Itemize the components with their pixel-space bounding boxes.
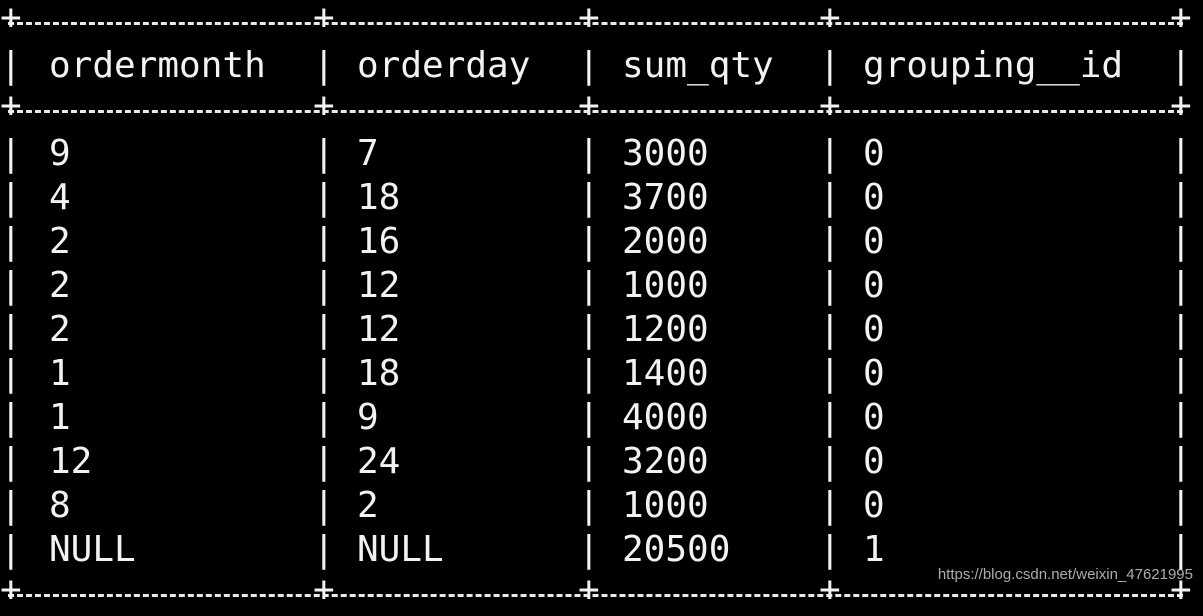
table-border-middle: + + + + +: [0, 85, 1192, 126]
cell-orderday: 18: [357, 177, 401, 218]
cell-sum-qty: 1200: [622, 309, 709, 350]
cell-orderday: 16: [357, 221, 401, 262]
cell-grouping-id: 1: [863, 529, 885, 570]
cell-sum-qty: 3000: [622, 133, 709, 174]
cell-ordermonth: 8: [49, 485, 71, 526]
table-row: | 8 | 2 | 1000 | 0 |: [0, 485, 1192, 526]
cell-grouping-id: 0: [863, 309, 885, 350]
table-row: | 12 | 24 | 3200 | 0 |: [0, 441, 1192, 482]
cell-sum-qty: 3200: [622, 441, 709, 482]
terminal-output: + + + + + | ordermonth | orderday | sum_…: [0, 0, 1203, 610]
table-row: | 2 | 12 | 1000 | 0 |: [0, 265, 1192, 306]
cell-orderday: 12: [357, 265, 401, 306]
cell-sum-qty: 1000: [622, 265, 709, 306]
cell-grouping-id: 0: [863, 133, 885, 174]
header-sum-qty: sum_qty: [622, 45, 774, 86]
cell-grouping-id: 0: [863, 265, 885, 306]
cell-orderday: NULL: [357, 529, 444, 570]
cell-ordermonth: 4: [49, 177, 71, 218]
header-ordermonth: ordermonth: [49, 45, 266, 86]
cell-ordermonth: 1: [49, 353, 71, 394]
cell-sum-qty: 3700: [622, 177, 709, 218]
cell-sum-qty: 1400: [622, 353, 709, 394]
table-row: | 4 | 18 | 3700 | 0 |: [0, 177, 1192, 218]
cell-orderday: 9: [357, 397, 379, 438]
table-border-top: + + + + +: [0, 0, 1192, 38]
cell-orderday: 2: [357, 485, 379, 526]
cell-ordermonth: 9: [49, 133, 71, 174]
cell-orderday: 12: [357, 309, 401, 350]
cell-ordermonth: 2: [49, 265, 71, 306]
cell-grouping-id: 0: [863, 177, 885, 218]
cell-ordermonth: 12: [49, 441, 93, 482]
cell-sum-qty: 4000: [622, 397, 709, 438]
table-row: | 1 | 18 | 1400 | 0 |: [0, 353, 1192, 394]
cell-orderday: 18: [357, 353, 401, 394]
cell-sum-qty: 1000: [622, 485, 709, 526]
cell-grouping-id: 0: [863, 353, 885, 394]
cell-orderday: 24: [357, 441, 401, 482]
cell-grouping-id: 0: [863, 441, 885, 482]
cell-ordermonth: 2: [49, 221, 71, 262]
cell-ordermonth: 2: [49, 309, 71, 350]
cell-grouping-id: 0: [863, 221, 885, 262]
table-row: | 2 | 12 | 1200 | 0 |: [0, 309, 1192, 350]
table-body: | 9 | 7 | 3000 | 0 | | 4 | 18 | 3700 | 0 | | 2 | 16 | 2000 | 0 | | 2…: [0, 132, 1203, 572]
header-orderday: orderday: [357, 45, 531, 86]
table-header-row: | ordermonth | orderday | sum_qty | grou…: [0, 45, 1192, 86]
table-row: | 9 | 7 | 3000 | 0 |: [0, 133, 1192, 174]
cell-ordermonth: 1: [49, 397, 71, 438]
cell-grouping-id: 0: [863, 485, 885, 526]
table-row: | 1 | 9 | 4000 | 0 |: [0, 397, 1192, 438]
cell-sum-qty: 2000: [622, 221, 709, 262]
cell-sum-qty: 20500: [622, 529, 731, 570]
cell-grouping-id: 0: [863, 397, 885, 438]
cell-ordermonth: NULL: [49, 529, 136, 570]
cell-orderday: 7: [357, 133, 379, 174]
header-grouping-id: grouping__id: [863, 45, 1124, 86]
watermark: https://blog.csdn.net/weixin_47621995: [937, 566, 1193, 583]
table-row: | 2 | 16 | 2000 | 0 |: [0, 221, 1192, 262]
